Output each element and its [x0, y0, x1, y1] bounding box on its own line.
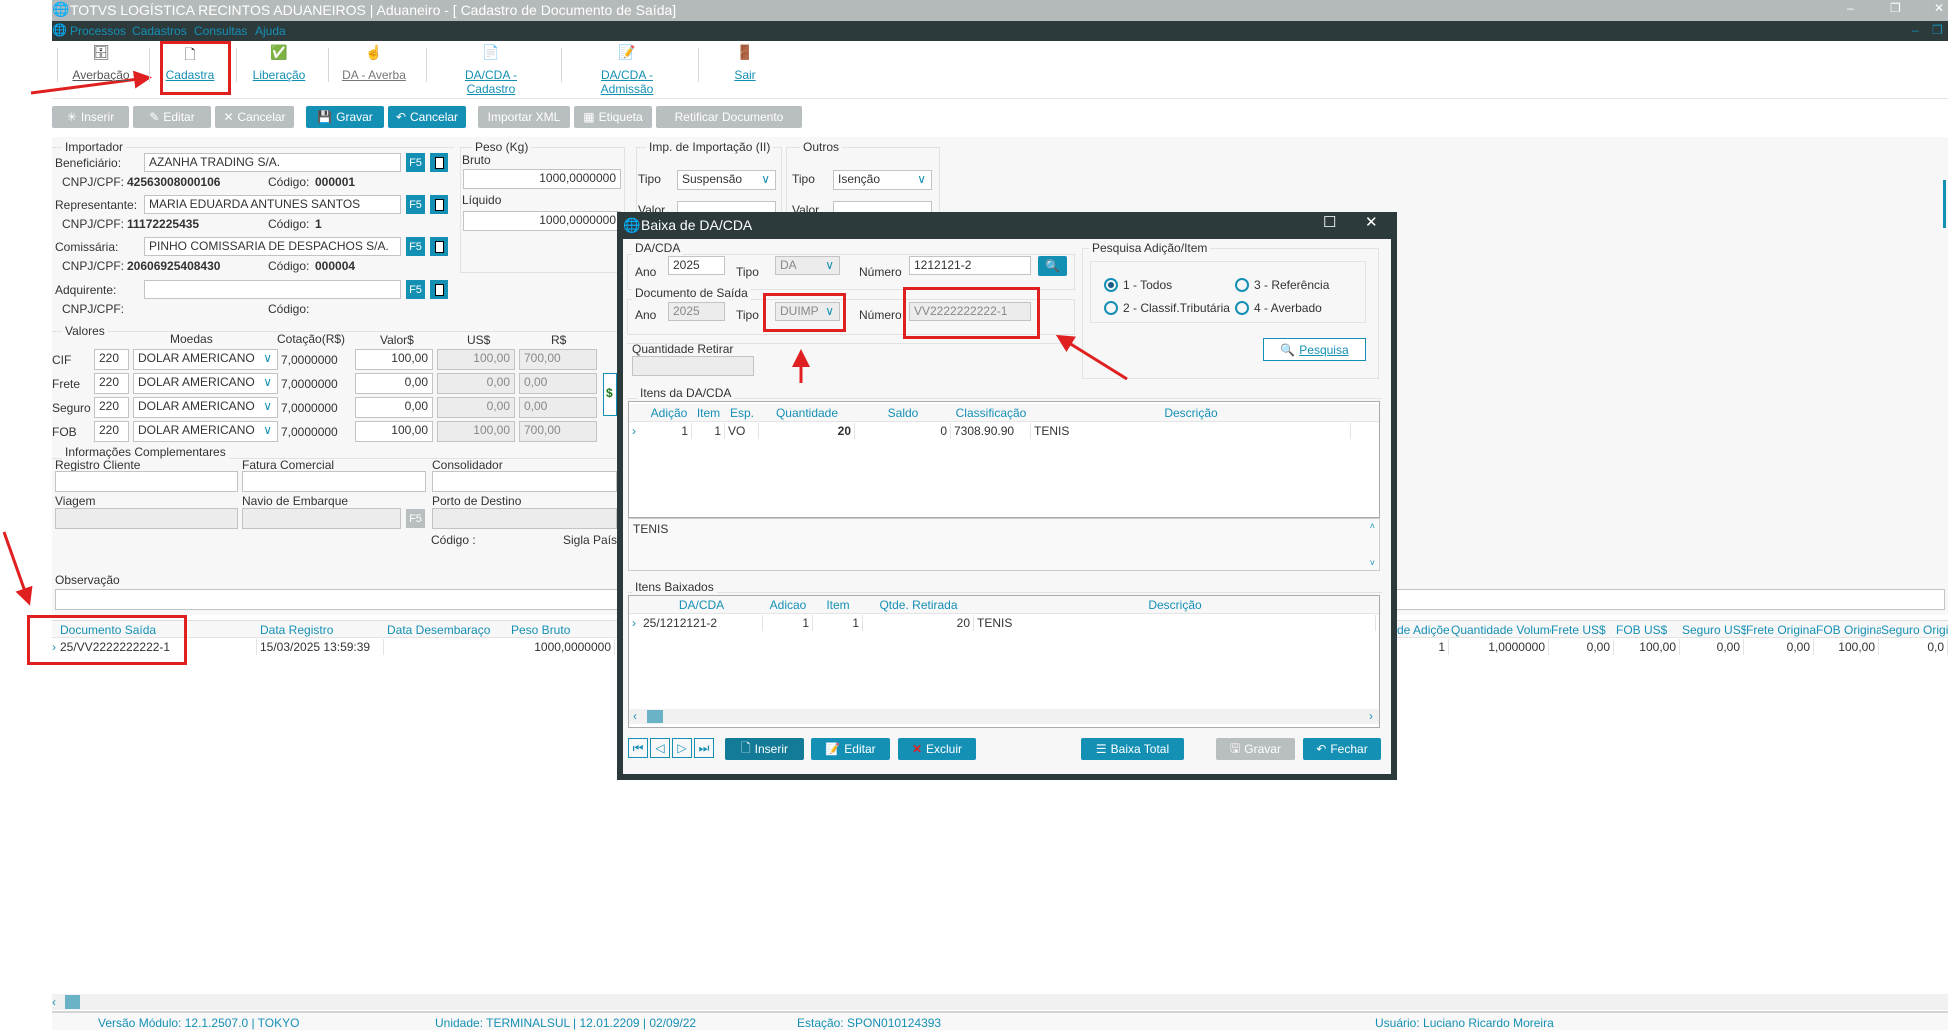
action-label: Retificar Documento [674, 110, 784, 124]
action-inserir-button[interactable]: ✳ Inserir [52, 106, 129, 128]
arrow-to-numero [1055, 334, 1128, 381]
action-gravar-button[interactable]: 💾 Gravar [306, 106, 384, 128]
annotation-arrows [2, 70, 1128, 606]
toolbar-averba-o[interactable]: 🗄 Averbação [56, 44, 146, 82]
action-retificar-documento-button[interactable]: Retificar Documento [656, 106, 802, 128]
action-label: Inserir [80, 110, 115, 124]
action-icon: ✕ [223, 110, 234, 124]
toolbar-label: Cadastra [165, 68, 215, 82]
action-icon: ✳ [66, 110, 77, 124]
action-label: Etiqueta [598, 110, 643, 124]
toolbar-da-cda-cadastro[interactable]: 📄 DA/CDA - Cadastro [446, 44, 536, 96]
action-icon: ▦ [583, 110, 595, 124]
action-editar-button[interactable]: ✎ Editar [133, 106, 211, 128]
toolbar-sair[interactable]: 🚪 Sair [700, 44, 790, 82]
toolbar-separator [698, 48, 699, 82]
toolbar-label: DA/CDA - Admissão [600, 68, 654, 96]
exit-door-icon: 🚪 [736, 44, 754, 60]
toolbar-separator [561, 48, 562, 82]
action-cancelar-button[interactable]: ✕ Cancelar [215, 106, 294, 128]
toolbar-label: Liberação [252, 68, 306, 82]
arrow-to-documento-saida [2, 531, 33, 606]
action-cancelar-button[interactable]: ↶ Cancelar [388, 106, 466, 128]
action-label: Importar XML [487, 110, 561, 124]
release-icon: ✅ [270, 44, 288, 60]
toolbar-label: DA/CDA - Cadastro [464, 68, 517, 96]
action-label: Cancelar [410, 110, 459, 124]
document-add-icon: 📄 [482, 44, 500, 60]
hand-icon: ☝ [365, 44, 383, 60]
toolbar-label: Sair [734, 68, 756, 82]
action-label: Editar [163, 110, 195, 124]
toolbar-libera-o[interactable]: ✅ Liberação [234, 44, 324, 82]
action-etiqueta-button[interactable]: ▦ Etiqueta [574, 106, 652, 128]
action-icon: 💾 [317, 110, 333, 124]
action-label: Gravar [336, 110, 373, 124]
new-document-icon: 🗋 [184, 46, 196, 62]
document-edit-icon: 📝 [618, 44, 636, 60]
toolbar-da-averba[interactable]: ☝ DA - Averba [329, 44, 419, 82]
toolbar-label: Averbação [72, 68, 130, 82]
toolbar-separator [426, 48, 427, 82]
toolbar-da-cda-admiss-o[interactable]: 📝 DA/CDA - Admissão [582, 44, 672, 96]
archive-icon: 🗄 [92, 44, 110, 60]
action-importar-xml-button[interactable]: Importar XML [478, 106, 570, 128]
action-icon: ✎ [149, 110, 160, 124]
action-label: Cancelar [237, 110, 286, 124]
action-icon: ↶ [395, 110, 407, 124]
toolbar-label: DA - Averba [342, 68, 406, 82]
toolbar-cadastra[interactable]: 🗋 Cadastra [145, 44, 235, 82]
